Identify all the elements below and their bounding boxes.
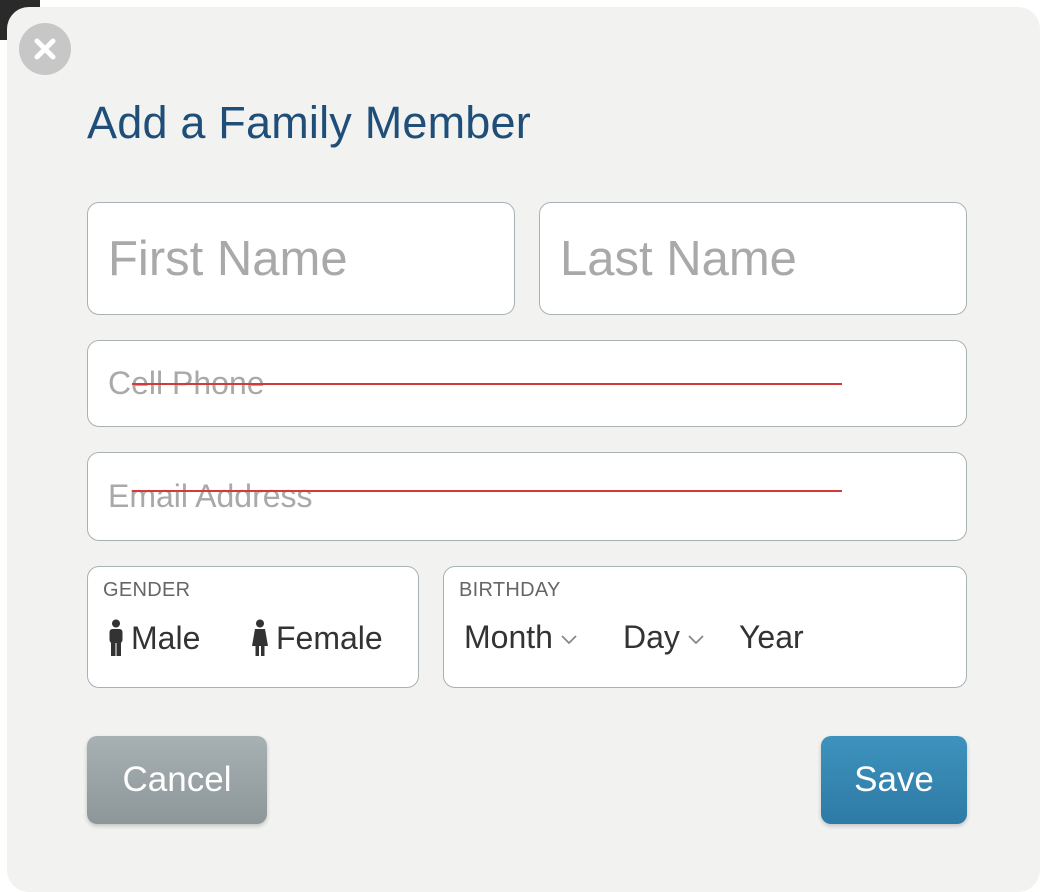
male-icon	[109, 619, 123, 656]
gender-option-male[interactable]: Male	[108, 619, 200, 657]
save-button[interactable]: Save	[821, 736, 967, 824]
birthday-day-value: Day	[623, 619, 680, 655]
close-button[interactable]	[19, 23, 71, 75]
gender-option-female[interactable]: Female	[251, 619, 383, 657]
dialog-title: Add a Family Member	[87, 97, 531, 148]
gender-option-female-label: Female	[276, 619, 383, 656]
birthday-month-select[interactable]: Month	[464, 619, 577, 656]
email-field[interactable]	[87, 452, 967, 541]
birthday-day-select[interactable]: Day	[623, 619, 704, 656]
chevron-down-icon	[561, 634, 577, 644]
last-name-field[interactable]	[539, 202, 967, 315]
cell-phone-input[interactable]	[88, 341, 966, 426]
birthday-year-input[interactable]: Year	[739, 619, 804, 656]
first-name-field[interactable]	[87, 202, 515, 315]
cancel-button[interactable]: Cancel	[87, 736, 267, 824]
birthday-month-value: Month	[464, 619, 553, 655]
last-name-input[interactable]	[540, 203, 966, 314]
email-input[interactable]	[88, 453, 966, 540]
gender-option-male-label: Male	[131, 619, 201, 656]
cell-phone-field[interactable]	[87, 340, 967, 427]
gender-label: GENDER	[103, 579, 191, 601]
female-icon	[252, 619, 268, 656]
close-icon	[34, 38, 56, 60]
chevron-down-icon	[688, 634, 704, 644]
add-family-member-dialog: Add a Family Member GENDER Male	[7, 7, 1040, 892]
birthday-box: BIRTHDAY Month Day Year	[443, 566, 967, 688]
gender-box: GENDER Male Female	[87, 566, 419, 688]
birthday-label: BIRTHDAY	[459, 579, 561, 601]
first-name-input[interactable]	[88, 203, 514, 314]
birthday-year-value: Year	[739, 619, 804, 655]
